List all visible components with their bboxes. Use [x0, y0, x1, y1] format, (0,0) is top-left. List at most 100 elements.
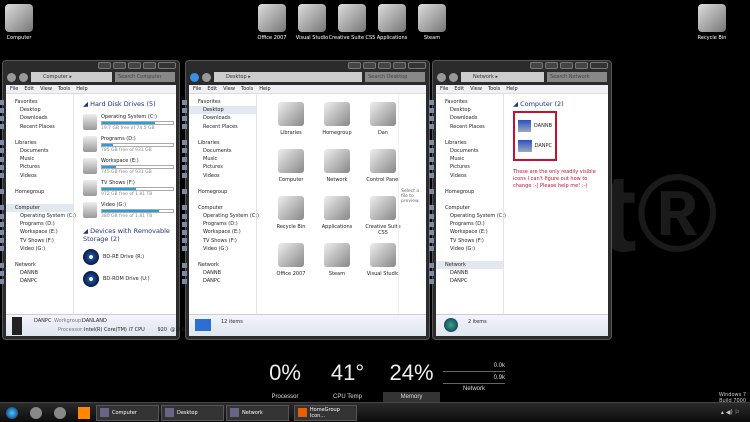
nav-item-programs-d[interactable]: Programs (D:)	[189, 220, 256, 228]
desktop-icon-computer[interactable]: Computer	[0, 4, 44, 41]
snap-button[interactable]	[348, 62, 361, 69]
close-button[interactable]	[158, 62, 176, 69]
nav-item-video-g[interactable]: Video (G:)	[189, 245, 256, 253]
removable-drive-item[interactable]: BD-RE Drive (R:)	[83, 246, 176, 268]
restore-button[interactable]	[113, 62, 126, 69]
taskbar-button-computer[interactable]: Computer	[96, 404, 159, 421]
network-computer-dannb[interactable]: DANNB	[518, 116, 552, 136]
forward-button[interactable]	[19, 72, 28, 82]
drive-item[interactable]: TV Shows (F:) 972 GB free of 1.81 TB	[83, 177, 176, 199]
desktop-item-applications[interactable]: Applications	[314, 194, 360, 239]
desktop-item-steam[interactable]: Steam	[314, 241, 360, 286]
start-button[interactable]	[6, 406, 18, 419]
drive-item[interactable]: Operating System (C:) 19.7 GB free of 74.…	[83, 111, 176, 133]
nav-item-documents[interactable]: Documents	[6, 147, 73, 155]
nav-computer[interactable]: Computer	[189, 204, 256, 212]
nav-item-downloads[interactable]: Downloads	[189, 114, 256, 122]
nav-item-programs-d[interactable]: Programs (D:)	[6, 220, 73, 228]
drive-item[interactable]: Workspace (E:) 745 GB free of 931 GB	[83, 155, 176, 177]
nav-item-operating-system-c[interactable]: Operating System (C:)	[189, 212, 259, 220]
nav-item-recent-places[interactable]: Recent Places	[6, 123, 73, 131]
nav-item-recent-places[interactable]: Recent Places	[436, 123, 503, 131]
menu-view[interactable]: View	[40, 85, 52, 93]
nav-item-tv-shows-f[interactable]: TV Shows (F:)	[436, 237, 503, 245]
menu-view[interactable]: View	[470, 85, 482, 93]
nav-homegroup[interactable]: Homegroup	[189, 188, 256, 196]
system-tray[interactable]: ▴ ◀) ⚐	[721, 409, 740, 416]
maximize-button[interactable]	[143, 62, 156, 69]
nav-network[interactable]: Network	[189, 261, 256, 269]
desktop-icon-steam[interactable]: Steam	[407, 4, 457, 41]
desktop-item-computer[interactable]: Computer	[268, 147, 314, 192]
restore-button[interactable]	[545, 62, 558, 69]
snap-button[interactable]	[530, 62, 543, 69]
desktop-item-homegroup[interactable]: Homegroup	[314, 100, 360, 145]
maximize-button[interactable]	[393, 62, 406, 69]
nav-item-video-g[interactable]: Video (G:)	[6, 245, 73, 253]
menu-edit[interactable]: Edit	[207, 85, 217, 93]
nav-item-pictures[interactable]: Pictures	[6, 163, 73, 171]
nav-favorites[interactable]: Favorites	[6, 98, 73, 106]
nav-item-video-g[interactable]: Video (G:)	[436, 245, 503, 253]
removable-drive-item[interactable]: BD-ROM Drive (U:)	[83, 268, 176, 290]
nav-item-dannb[interactable]: DANNB	[436, 269, 503, 277]
menu-edit[interactable]: Edit	[454, 85, 464, 93]
desktop-item-network[interactable]: Network	[314, 147, 360, 192]
vlc-pinned-icon[interactable]	[78, 406, 90, 419]
desktop-icon-recycle-bin[interactable]: Recycle Bin	[687, 4, 737, 41]
close-button[interactable]	[590, 62, 608, 69]
hard-disk-drives-header[interactable]: ◢ Hard Disk Drives (5)	[83, 100, 176, 108]
nav-item-tv-shows-f[interactable]: TV Shows (F:)	[6, 237, 73, 245]
minimize-button[interactable]	[378, 62, 391, 69]
steam-pinned-icon[interactable]	[54, 406, 66, 419]
removable-storage-header[interactable]: ◢ Devices with Removable Storage (2)	[83, 227, 176, 243]
taskbar-button-homegroup-icon[interactable]: HomeGroup Icon...	[294, 404, 357, 421]
drive-item[interactable]: Programs (D:) 785 GB free of 931 GB	[83, 133, 176, 155]
nav-item-music[interactable]: Music	[436, 155, 503, 163]
nav-item-danpc[interactable]: DANPC	[189, 277, 256, 285]
nav-item-videos[interactable]: Videos	[436, 172, 503, 180]
menu-help[interactable]: Help	[506, 85, 517, 93]
nav-network[interactable]: Network	[6, 261, 73, 269]
nav-computer[interactable]: Computer	[6, 203, 73, 213]
nav-network[interactable]: Network	[436, 261, 503, 270]
nav-item-desktop[interactable]: Desktop	[189, 106, 256, 115]
close-button[interactable]	[408, 62, 426, 69]
menu-file[interactable]: File	[193, 85, 201, 93]
minimize-button[interactable]	[128, 62, 141, 69]
nav-homegroup[interactable]: Homegroup	[6, 188, 73, 196]
nav-item-danpc[interactable]: DANPC	[436, 277, 503, 285]
nav-libraries[interactable]: Libraries	[189, 139, 256, 147]
restore-button[interactable]	[363, 62, 376, 69]
nav-item-videos[interactable]: Videos	[189, 172, 256, 180]
drive-item[interactable]: Video (G:) 380 GB free of 1.81 TB	[83, 199, 176, 221]
nav-homegroup[interactable]: Homegroup	[436, 188, 503, 196]
network-computer-danpc[interactable]: DANPC	[518, 136, 552, 156]
nav-item-dannb[interactable]: DANNB	[6, 269, 73, 277]
nav-item-programs-d[interactable]: Programs (D:)	[436, 220, 503, 228]
nav-item-dannb[interactable]: DANNB	[189, 269, 256, 277]
nav-item-downloads[interactable]: Downloads	[6, 114, 73, 122]
nav-item-documents[interactable]: Documents	[189, 147, 256, 155]
forward-button[interactable]	[449, 72, 458, 82]
nav-item-pictures[interactable]: Pictures	[436, 163, 503, 171]
pinned-app-icon[interactable]	[30, 406, 42, 419]
back-button[interactable]	[190, 72, 199, 82]
nav-item-workspace-e[interactable]: Workspace (E:)	[436, 228, 503, 236]
nav-item-operating-system-c[interactable]: Operating System (C:)	[6, 212, 76, 220]
back-button[interactable]	[437, 72, 446, 82]
menu-tools[interactable]: Tools	[58, 85, 70, 93]
computer-group-header[interactable]: ◢ Computer (2)	[513, 100, 608, 108]
menu-help[interactable]: Help	[259, 85, 270, 93]
nav-libraries[interactable]: Libraries	[436, 139, 503, 147]
menu-tools[interactable]: Tools	[488, 85, 500, 93]
menu-edit[interactable]: Edit	[24, 85, 34, 93]
desktop-item-recycle-bin[interactable]: Recycle Bin	[268, 194, 314, 239]
back-button[interactable]	[7, 72, 16, 82]
nav-item-danpc[interactable]: DANPC	[6, 277, 73, 285]
nav-item-workspace-e[interactable]: Workspace (E:)	[189, 228, 256, 236]
address-bar[interactable]: Desktop ▸	[214, 72, 362, 82]
nav-item-music[interactable]: Music	[6, 155, 73, 163]
address-bar[interactable]: Computer ▸	[31, 72, 112, 82]
nav-item-music[interactable]: Music	[189, 155, 256, 163]
